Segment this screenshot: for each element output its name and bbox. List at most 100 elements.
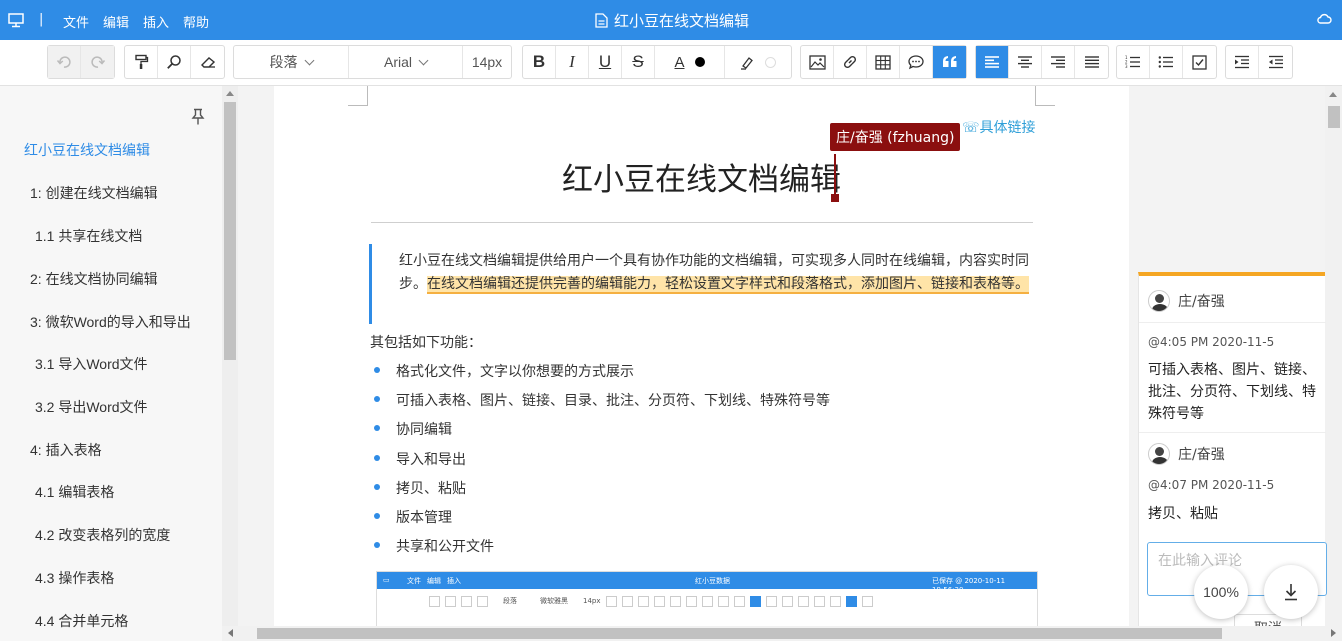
commented-highlight[interactable]: 在线文档编辑还提供完善的编辑能力，轻松设置文字样式和段落格式，添加图片、链接和表… (427, 276, 1029, 294)
underline-button[interactable]: U (589, 46, 622, 78)
outline-item[interactable]: 3: 微软Word的导入和导出 (30, 312, 191, 332)
font-color-icon: A (674, 53, 685, 71)
format-painter-button[interactable] (125, 46, 158, 78)
embedded-menu: 编辑 (427, 577, 441, 585)
scroll-right-arrow-icon[interactable] (1331, 629, 1336, 637)
insert-table-button[interactable] (867, 46, 900, 78)
redo-button[interactable] (81, 46, 114, 78)
outline-item[interactable]: 4.2 改变表格列的宽度 (35, 525, 170, 545)
ordered-list-button[interactable]: 123 (1117, 46, 1150, 78)
list-group: 123 (1116, 45, 1217, 79)
insert-comment-button[interactable] (900, 46, 933, 78)
outline-item[interactable]: 2: 在线文档协同编辑 (30, 269, 158, 289)
zoom-button[interactable]: 100% (1194, 565, 1248, 619)
font-color-button[interactable]: A (655, 46, 725, 78)
list-item[interactable]: 格式化文件，文字以你想要的方式展示 (373, 361, 830, 390)
cloud-icon[interactable] (1316, 11, 1332, 27)
scroll-left-arrow-icon[interactable] (228, 629, 233, 637)
paragraph-select[interactable]: 段落 (234, 46, 349, 78)
highlighter-icon (741, 56, 753, 70)
insert-link-button[interactable] (834, 46, 867, 78)
document-title: 红小豆在线文档编辑 (595, 10, 749, 31)
outline-item[interactable]: 1.1 共享在线文档 (35, 226, 142, 246)
italic-button[interactable]: I (556, 46, 589, 78)
list-item[interactable]: 共享和公开文件 (373, 536, 830, 565)
align-right-button[interactable] (1042, 46, 1075, 78)
outline-item[interactable]: 4.1 编辑表格 (35, 482, 114, 502)
font-size-select[interactable]: 14px (463, 46, 511, 78)
outline-item[interactable]: 4.4 合并单元格 (35, 611, 128, 631)
outline-item[interactable]: 4.3 操作表格 (35, 568, 114, 588)
table-icon (875, 54, 891, 70)
horizontal-scrollbar[interactable] (222, 626, 1342, 641)
scrollbar-thumb[interactable] (1328, 106, 1340, 128)
font-select[interactable]: Arial (349, 46, 463, 78)
redo-icon (90, 56, 105, 68)
undo-button[interactable] (48, 46, 81, 78)
menu-insert[interactable]: 插入 (143, 12, 169, 31)
link-icon: ☏ (962, 120, 980, 136)
list-item[interactable]: 版本管理 (373, 507, 830, 536)
list-item[interactable]: 可插入表格、图片、链接、目录、批注、分页符、下划线、特殊符号等 (373, 390, 830, 419)
horizontal-rule (371, 222, 1033, 223)
document-scrollbar[interactable] (1325, 86, 1342, 626)
scroll-up-arrow-icon[interactable] (226, 91, 234, 96)
bold-button[interactable]: B (523, 46, 556, 78)
list-item[interactable]: 拷贝、粘贴 (373, 478, 830, 507)
comment-text: 可插入表格、图片、链接、批注、分页符、下划线、特殊符号等 (1148, 362, 1316, 422)
outline-item[interactable]: 4: 插入表格 (30, 440, 102, 460)
link-text: 具体链接 (979, 120, 1036, 136)
monitor-icon[interactable] (8, 12, 24, 28)
page-corner-mark (1035, 86, 1055, 106)
scrollbar-thumb[interactable] (224, 102, 236, 360)
download-button[interactable] (1264, 565, 1318, 619)
specific-link[interactable]: ☏具体链接 (962, 117, 1036, 137)
outline-item[interactable]: 3.1 导入Word文件 (35, 354, 148, 374)
align-justify-button[interactable] (1075, 46, 1108, 78)
font-size-value: 14px (471, 54, 503, 70)
outline-item[interactable]: 红小豆在线文档编辑 (24, 140, 150, 160)
blockquote[interactable]: 红小豆在线文档编辑提供给用户一个具有协作功能的文档编辑，可实现多人同时在线编辑，… (369, 244, 1035, 324)
strikethrough-button[interactable]: S (622, 46, 655, 78)
scroll-up-arrow-icon[interactable] (1329, 92, 1337, 97)
outline-item[interactable]: 3.2 导出Word文件 (35, 397, 148, 417)
main-menu: 文件 编辑 插入 帮助 (63, 12, 209, 31)
checklist-button[interactable] (1183, 46, 1216, 78)
comment-divider (1139, 322, 1326, 323)
clear-format-button[interactable] (191, 46, 224, 78)
embedded-title: 红小豆数据 (695, 577, 730, 585)
bullet-list-button[interactable] (1150, 46, 1183, 78)
indent-button[interactable] (1226, 46, 1259, 78)
outline-scrollbar[interactable] (222, 86, 238, 626)
toolbar: 段落 Arial 14px B I U S A 1 2 3 (0, 40, 1342, 86)
menu-bar: | 文件 编辑 插入 帮助 红小豆在线文档编辑 (0, 0, 1342, 40)
blockquote-button[interactable] (933, 46, 966, 78)
align-center-button[interactable] (1009, 46, 1042, 78)
comment-author: 庄/奋强 (1148, 290, 1225, 312)
blockquote-text[interactable]: 红小豆在线文档编辑提供给用户一个具有协作功能的文档编辑，可实现多人同时在线编辑，… (399, 250, 1037, 296)
text-style-group: 段落 Arial 14px (233, 45, 512, 79)
search-button[interactable] (158, 46, 191, 78)
collaborator-tag: 庄/奋强 (fzhuang) (830, 123, 961, 151)
align-left-button[interactable] (976, 46, 1009, 78)
pin-icon[interactable] (191, 108, 205, 126)
highlight-button[interactable] (725, 46, 791, 78)
scrollbar-thumb[interactable] (257, 628, 1222, 639)
outdent-icon (1268, 55, 1283, 69)
insert-group (800, 45, 967, 79)
menu-help[interactable]: 帮助 (183, 12, 209, 31)
link-icon (843, 55, 857, 69)
insert-image-button[interactable] (801, 46, 834, 78)
document-heading[interactable]: 红小豆在线文档编辑 (274, 154, 1129, 199)
document-page[interactable]: ☏具体链接 红小豆在线文档编辑 庄/奋强 (fzhuang) 红小豆在线文档编辑… (274, 86, 1129, 626)
list-item[interactable]: 协同编辑 (373, 419, 830, 448)
menu-file[interactable]: 文件 (63, 12, 89, 31)
align-justify-icon (1084, 56, 1099, 68)
outdent-button[interactable] (1259, 46, 1292, 78)
embedded-menu: 文件 (407, 577, 421, 585)
list-item[interactable]: 导入和导出 (373, 449, 830, 478)
embedded-menubar: ▭ 文件 编辑 插入 红小豆数据 已保存 @ 2020-10-11 19:56:… (377, 572, 1037, 594)
menu-edit[interactable]: 编辑 (103, 12, 129, 31)
underline-icon: U (598, 52, 612, 71)
outline-item[interactable]: 1: 创建在线文档编辑 (30, 183, 158, 203)
